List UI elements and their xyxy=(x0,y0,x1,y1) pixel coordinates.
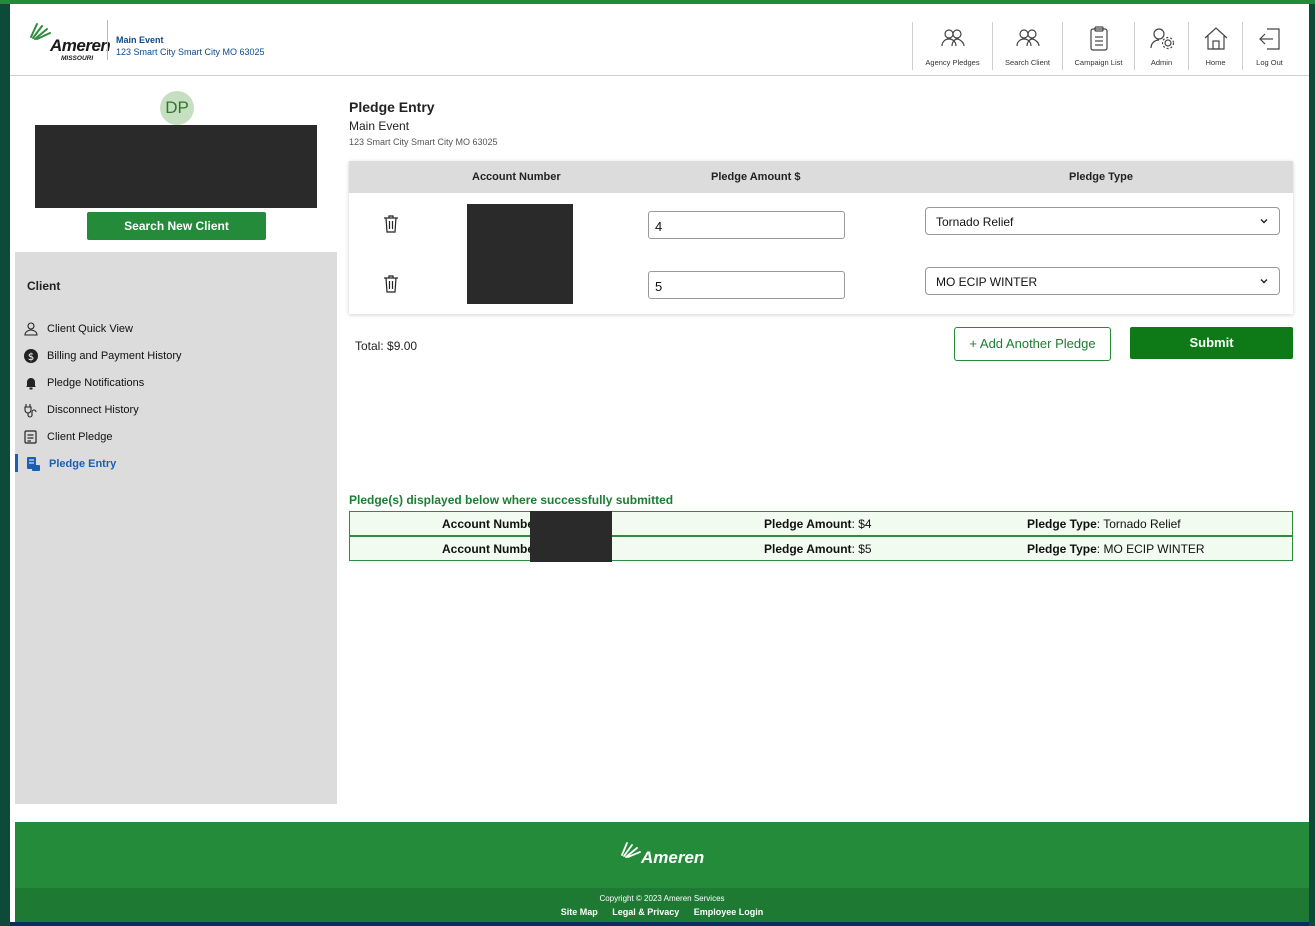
sidebar-item-label: Pledge Entry xyxy=(49,458,117,470)
nav-home[interactable]: Home xyxy=(1188,22,1242,70)
account-label: Account Number: xyxy=(442,542,543,556)
amount-value: : $4 xyxy=(851,517,872,531)
page-title: Pledge Entry xyxy=(349,99,435,115)
document-icon xyxy=(24,430,37,444)
dollar-circle-icon: $ xyxy=(24,349,38,363)
type-label: Pledge Type xyxy=(1027,517,1097,531)
nav-agency-pledges[interactable]: Agency Pledges xyxy=(912,22,992,70)
nav-label: Log Out xyxy=(1256,58,1283,67)
sidebar-item-label: Billing and Payment History xyxy=(47,350,182,362)
pledge-entry-icon xyxy=(27,457,40,471)
nav-label: Campaign List xyxy=(1074,58,1123,67)
pledge-type-select[interactable]: MO ECIP WINTER xyxy=(925,267,1280,295)
nav-label: Agency Pledges xyxy=(925,58,980,67)
submit-button[interactable]: Submit xyxy=(1130,327,1293,359)
bell-icon xyxy=(26,378,36,390)
sidebar-section-title: Client xyxy=(27,279,61,293)
nav-admin[interactable]: Admin xyxy=(1134,22,1188,70)
sidebar-item-label: Pledge Notifications xyxy=(47,377,145,389)
left-edge xyxy=(0,4,10,926)
logout-icon xyxy=(1258,28,1280,50)
client-card: DP Search New Client xyxy=(15,77,337,252)
home-icon xyxy=(1204,27,1227,50)
footer: Ameren Copyright © 2023 Ameren Services … xyxy=(15,822,1309,922)
user-gear-icon xyxy=(1149,28,1174,50)
active-indicator xyxy=(15,454,18,472)
chevron-down-icon xyxy=(1260,219,1268,224)
footer-link-legal-privacy[interactable]: Legal & Privacy xyxy=(612,907,679,917)
event-name: Main Event xyxy=(349,119,410,133)
header: Ameren MISSOURI Main Event 123 Smart Cit… xyxy=(10,4,1309,76)
main-content: Pledge Entry Main Event 123 Smart City S… xyxy=(337,77,1309,822)
select-value: MO ECIP WINTER xyxy=(936,275,1038,289)
nav-log-out[interactable]: Log Out xyxy=(1242,22,1296,70)
redacted-account-numbers xyxy=(467,204,573,304)
ameren-logo[interactable]: Ameren MISSOURI xyxy=(28,22,111,62)
avatar: DP xyxy=(160,91,194,125)
users-icon xyxy=(940,29,965,47)
sidebar-item-label: Client Pledge xyxy=(47,431,113,443)
redacted-client-info xyxy=(35,125,317,208)
svg-text:$: $ xyxy=(28,352,34,363)
nav-label: Admin xyxy=(1150,58,1173,67)
type-value: : Tornado Relief xyxy=(1096,517,1181,531)
type-label: Pledge Type xyxy=(1027,542,1097,556)
nav-label: Home xyxy=(1205,58,1226,67)
footer-links: Site Map Legal & Privacy Employee Login xyxy=(15,907,1309,917)
logo-word: Ameren xyxy=(50,36,111,55)
nav-search-client[interactable]: Search Client xyxy=(992,22,1062,70)
sidebar-item-label: Client Quick View xyxy=(47,323,133,335)
pledge-amount-input[interactable]: 4 xyxy=(648,211,845,239)
person-icon xyxy=(24,322,38,336)
right-edge xyxy=(1309,4,1315,926)
type-value: : MO ECIP WINTER xyxy=(1096,542,1205,556)
page: Ameren MISSOURI Main Event 123 Smart Cit… xyxy=(10,4,1309,922)
footer-logo-word: Ameren xyxy=(641,848,705,867)
column-header-amount: Pledge Amount $ xyxy=(711,171,801,183)
users-search-icon xyxy=(1015,29,1040,47)
column-header-account: Account Number xyxy=(472,171,561,183)
account-label: Account Number: xyxy=(442,517,543,531)
select-value: Tornado Relief xyxy=(936,215,1014,229)
amount-label: Pledge Amount xyxy=(764,517,852,531)
success-message: Pledge(s) displayed below where successf… xyxy=(349,493,674,507)
nav-label: Search Client xyxy=(1004,58,1051,67)
nav-campaign-list[interactable]: Campaign List xyxy=(1062,22,1134,70)
table-header: Account Number Pledge Amount $ Pledge Ty… xyxy=(349,161,1293,193)
header-event-address: 123 Smart City Smart City MO 63025 xyxy=(116,47,265,57)
amount-value: : $5 xyxy=(851,542,872,556)
app-frame: Ameren MISSOURI Main Event 123 Smart Cit… xyxy=(0,0,1315,926)
logo-divider xyxy=(107,20,108,60)
redacted-submitted-accounts xyxy=(530,511,612,562)
sidebar-item-label: Disconnect History xyxy=(47,404,139,416)
header-event-name: Main Event xyxy=(116,35,164,45)
column-header-type: Pledge Type xyxy=(1069,171,1133,183)
copyright: Copyright © 2023 Ameren Services xyxy=(599,894,725,903)
chevron-down-icon xyxy=(1260,279,1268,284)
pledge-type-select[interactable]: Tornado Relief xyxy=(925,207,1280,235)
ameren-burst-icon xyxy=(30,23,51,40)
footer-link-site-map[interactable]: Site Map xyxy=(561,907,598,917)
search-new-client-button[interactable]: Search New Client xyxy=(87,212,266,240)
submitted-pledges-table: Account Number: Pledge Amount: $4 Pledge… xyxy=(349,511,1293,561)
ameren-burst-icon xyxy=(621,842,641,858)
plug-icon xyxy=(24,404,37,418)
pledge-entry-table: Account Number Pledge Amount $ Pledge Ty… xyxy=(349,161,1293,314)
event-address: 123 Smart City Smart City MO 63025 xyxy=(349,137,498,147)
table-row: Account Number: Pledge Amount: $4 Pledge… xyxy=(349,511,1293,536)
add-another-pledge-button[interactable]: + Add Another Pledge xyxy=(954,327,1111,361)
delete-icon[interactable] xyxy=(383,215,399,233)
amount-label: Pledge Amount xyxy=(764,542,852,556)
delete-icon[interactable] xyxy=(383,275,399,293)
footer-link-employee-login[interactable]: Employee Login xyxy=(694,907,764,917)
clipboard-icon xyxy=(1089,26,1108,51)
pledge-amount-input[interactable]: 5 xyxy=(648,271,845,299)
table-row: Account Number: Pledge Amount: $5 Pledge… xyxy=(349,536,1293,561)
logo-sub: MISSOURI xyxy=(61,55,94,62)
sidebar: DP Search New Client Client Client Quick… xyxy=(15,77,337,804)
pledge-total: Total: $9.00 xyxy=(355,339,418,353)
